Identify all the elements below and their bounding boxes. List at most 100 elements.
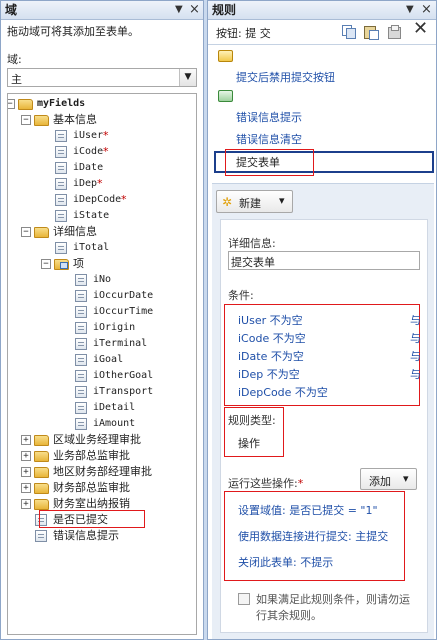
- expand-icon[interactable]: +: [21, 499, 31, 509]
- close-icon[interactable]: ×: [189, 1, 200, 19]
- field-icon: [75, 418, 87, 430]
- condition-item[interactable]: iDep 不为空: [238, 366, 300, 382]
- tree-item-label: 基本信息: [53, 113, 97, 126]
- highlight-box-rule-type: [224, 407, 284, 457]
- pane-menu-dropdown-icon[interactable]: ▼: [175, 1, 183, 19]
- tree-group-item[interactable]: + 地区财务部经理审批: [8, 464, 196, 480]
- tree-field-item[interactable]: iCode *: [8, 144, 196, 160]
- divider: [208, 44, 436, 45]
- tree-field-item[interactable]: iOccurDate: [8, 288, 196, 304]
- rule-item-error-prompt[interactable]: 错误信息提示: [236, 109, 302, 125]
- expand-icon[interactable]: +: [21, 451, 31, 461]
- tree-field-item[interactable]: iOccurTime: [8, 304, 196, 320]
- close-pane-icon[interactable]: ×: [421, 1, 432, 19]
- tree-field-item[interactable]: 错误信息提示: [8, 528, 196, 544]
- collapse-icon[interactable]: −: [8, 99, 15, 109]
- pane-menu-dropdown-icon[interactable]: ▼: [406, 1, 414, 19]
- tree-field-item[interactable]: iState: [8, 208, 196, 224]
- rule-item-error-clear[interactable]: 错误信息清空: [236, 131, 302, 147]
- new-rule-button[interactable]: ✲ 新建 ▾: [216, 190, 293, 213]
- tree-item-label: 地区财务部经理审批: [53, 465, 152, 478]
- tree-item-label: iNo: [93, 274, 112, 285]
- field-icon: [75, 274, 87, 286]
- folder-icon: [34, 467, 49, 478]
- run-actions-label: 运行这些操作:*: [228, 475, 303, 491]
- tree-item-label: 业务部总监审批: [53, 449, 130, 462]
- run-actions-text: 运行这些操作:: [228, 477, 298, 490]
- chevron-down-icon: ▾: [279, 194, 285, 207]
- tree-item-label: iDep: [73, 178, 98, 189]
- tree-group-item[interactable]: − 详细信息: [8, 224, 196, 240]
- condition-item[interactable]: iDepCode 不为空: [238, 384, 328, 400]
- tree-field-item[interactable]: iDepCode *: [8, 192, 196, 208]
- tree-field-item[interactable]: iGoal: [8, 352, 196, 368]
- condition-item[interactable]: iUser 不为空: [238, 312, 303, 328]
- field-icon: [55, 242, 67, 254]
- stop-rules-checkbox[interactable]: [238, 593, 250, 605]
- paste-icon[interactable]: [364, 25, 379, 40]
- action-item[interactable]: 使用数据连接进行提交: 主提交: [238, 528, 388, 544]
- tree-field-item[interactable]: iTerminal: [8, 336, 196, 352]
- expand-icon[interactable]: +: [21, 435, 31, 445]
- condition-item[interactable]: iCode 不为空: [238, 330, 306, 346]
- rule-icon: [218, 90, 233, 102]
- tree-item-label: iTerminal: [93, 338, 148, 349]
- collapse-icon[interactable]: −: [21, 115, 31, 125]
- tree-item-label: 区域业务经理审批: [53, 433, 141, 446]
- add-action-label: 添加: [369, 475, 391, 488]
- copy-icon[interactable]: [342, 25, 356, 39]
- rules-pane-header: 规则 ▼ ×: [208, 1, 436, 20]
- folder-icon: [34, 435, 49, 446]
- tree-field-item[interactable]: iOtherGoal: [8, 368, 196, 384]
- folder-icon: [34, 499, 49, 510]
- delete-rule-icon[interactable]: ✕: [413, 20, 428, 38]
- add-action-button[interactable]: 添加 ▾: [360, 468, 417, 490]
- tree-group-item[interactable]: + 区域业务经理审批: [8, 432, 196, 448]
- domain-select[interactable]: 主 ▼: [7, 68, 197, 87]
- tree-field-item[interactable]: iOrigin: [8, 320, 196, 336]
- tree-group-item[interactable]: + 业务部总监审批: [8, 448, 196, 464]
- highlight-box-rule: [225, 149, 314, 176]
- tree-item-label: 财务部总监审批: [53, 481, 130, 494]
- field-icon: [55, 130, 67, 142]
- rule-name-input[interactable]: 提交表单: [228, 251, 420, 270]
- repeating-group-icon: [54, 259, 69, 270]
- field-icon: [75, 370, 87, 382]
- rule-inspector-icon[interactable]: [387, 25, 401, 39]
- required-marker: *: [103, 129, 109, 142]
- rule-item-disable-submit[interactable]: 提交后禁用提交按钮: [236, 69, 335, 85]
- rules-task-pane: 规则 ▼ × 按钮: 提 交 ✕ 提交后禁用提交按钮 错误信息提示 错误信息清空…: [207, 0, 437, 640]
- details-label: 详细信息:: [228, 237, 276, 250]
- condition-operator: 与: [410, 332, 421, 345]
- fields-pane-title: 域: [5, 3, 18, 17]
- tree-field-item[interactable]: iDate: [8, 160, 196, 176]
- collapse-icon[interactable]: −: [21, 227, 31, 237]
- field-icon: [75, 402, 87, 414]
- tree-field-item[interactable]: iDep *: [8, 176, 196, 192]
- action-item[interactable]: 设置域值: 是否已提交 = "1": [238, 502, 378, 518]
- expand-icon[interactable]: +: [21, 467, 31, 477]
- tree-field-item[interactable]: iTotal: [8, 240, 196, 256]
- folder-icon: [34, 483, 49, 494]
- tree-field-item[interactable]: iTransport: [8, 384, 196, 400]
- condition-item[interactable]: iDate 不为空: [238, 348, 304, 364]
- tree-field-item[interactable]: iAmount: [8, 416, 196, 432]
- tree-group-item[interactable]: − myFields: [8, 96, 196, 112]
- required-marker: *: [103, 145, 109, 158]
- tree-item-label: iDetail: [93, 402, 136, 413]
- tree-field-item[interactable]: iDetail: [8, 400, 196, 416]
- collapse-icon[interactable]: −: [41, 259, 51, 269]
- expand-icon[interactable]: +: [21, 483, 31, 493]
- rule-icon: [218, 50, 233, 62]
- chevron-down-icon[interactable]: ▼: [179, 69, 196, 86]
- tree-group-item[interactable]: − 项: [8, 256, 196, 272]
- field-icon: [75, 322, 87, 334]
- field-icon: [55, 146, 67, 158]
- tree-group-item[interactable]: + 财务部总监审批: [8, 480, 196, 496]
- tree-group-item[interactable]: − 基本信息: [8, 112, 196, 128]
- tree-field-item[interactable]: iNo: [8, 272, 196, 288]
- stop-rules-label-2: 行其余规则。: [256, 609, 322, 622]
- field-icon: [75, 354, 87, 366]
- action-item[interactable]: 关闭此表单: 不提示: [238, 554, 333, 570]
- tree-field-item[interactable]: iUser *: [8, 128, 196, 144]
